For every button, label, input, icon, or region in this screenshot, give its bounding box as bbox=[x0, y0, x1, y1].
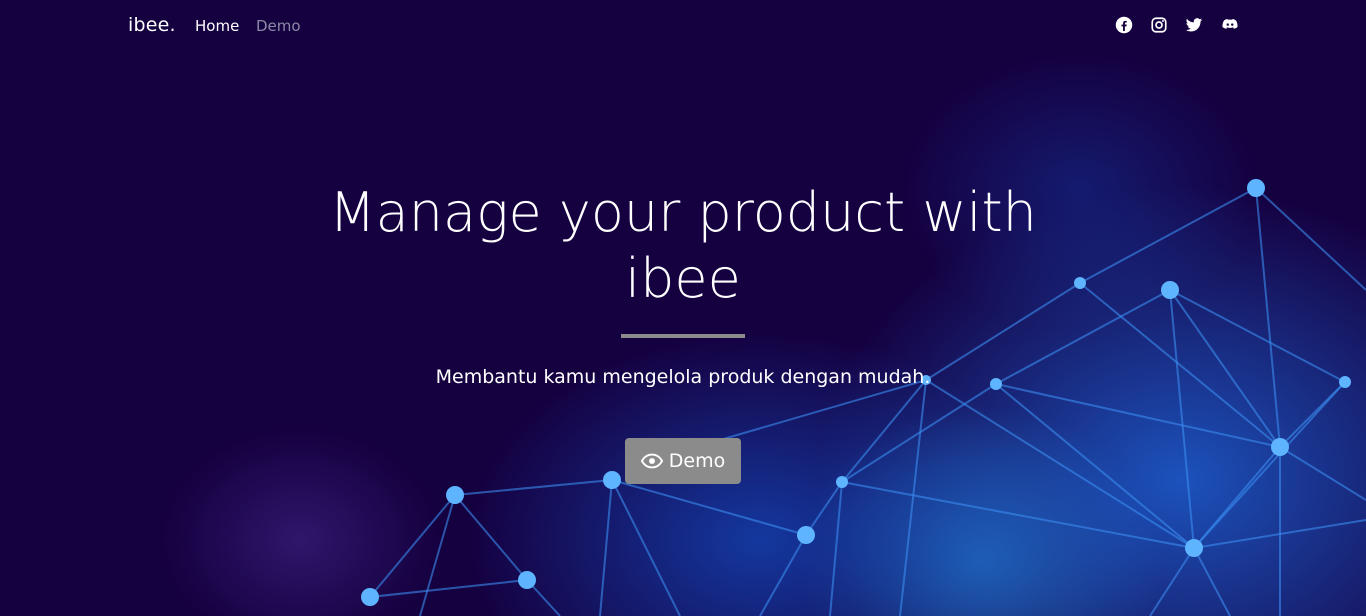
top-navbar: ibee. Home Demo bbox=[0, 0, 1366, 52]
twitter-icon[interactable] bbox=[1185, 16, 1203, 34]
demo-button[interactable]: Demo bbox=[625, 438, 741, 484]
hero-subtitle: Membantu kamu mengelola produk dengan mu… bbox=[435, 366, 931, 388]
hero-title: Manage your product with ibee bbox=[283, 180, 1083, 312]
hero-title-line-2: ibee bbox=[625, 247, 741, 310]
nav-link-demo[interactable]: Demo bbox=[256, 17, 301, 35]
title-divider bbox=[621, 334, 745, 338]
eye-icon bbox=[640, 453, 663, 469]
hero-title-line-1: Manage your product with bbox=[329, 181, 1037, 244]
instagram-icon[interactable] bbox=[1150, 16, 1168, 34]
github-icon[interactable] bbox=[1221, 16, 1239, 34]
demo-button-label: Demo bbox=[668, 450, 726, 472]
nav-link-home[interactable]: Home bbox=[195, 17, 239, 35]
brand-logo[interactable]: ibee. bbox=[128, 14, 176, 36]
facebook-icon[interactable] bbox=[1115, 16, 1133, 34]
